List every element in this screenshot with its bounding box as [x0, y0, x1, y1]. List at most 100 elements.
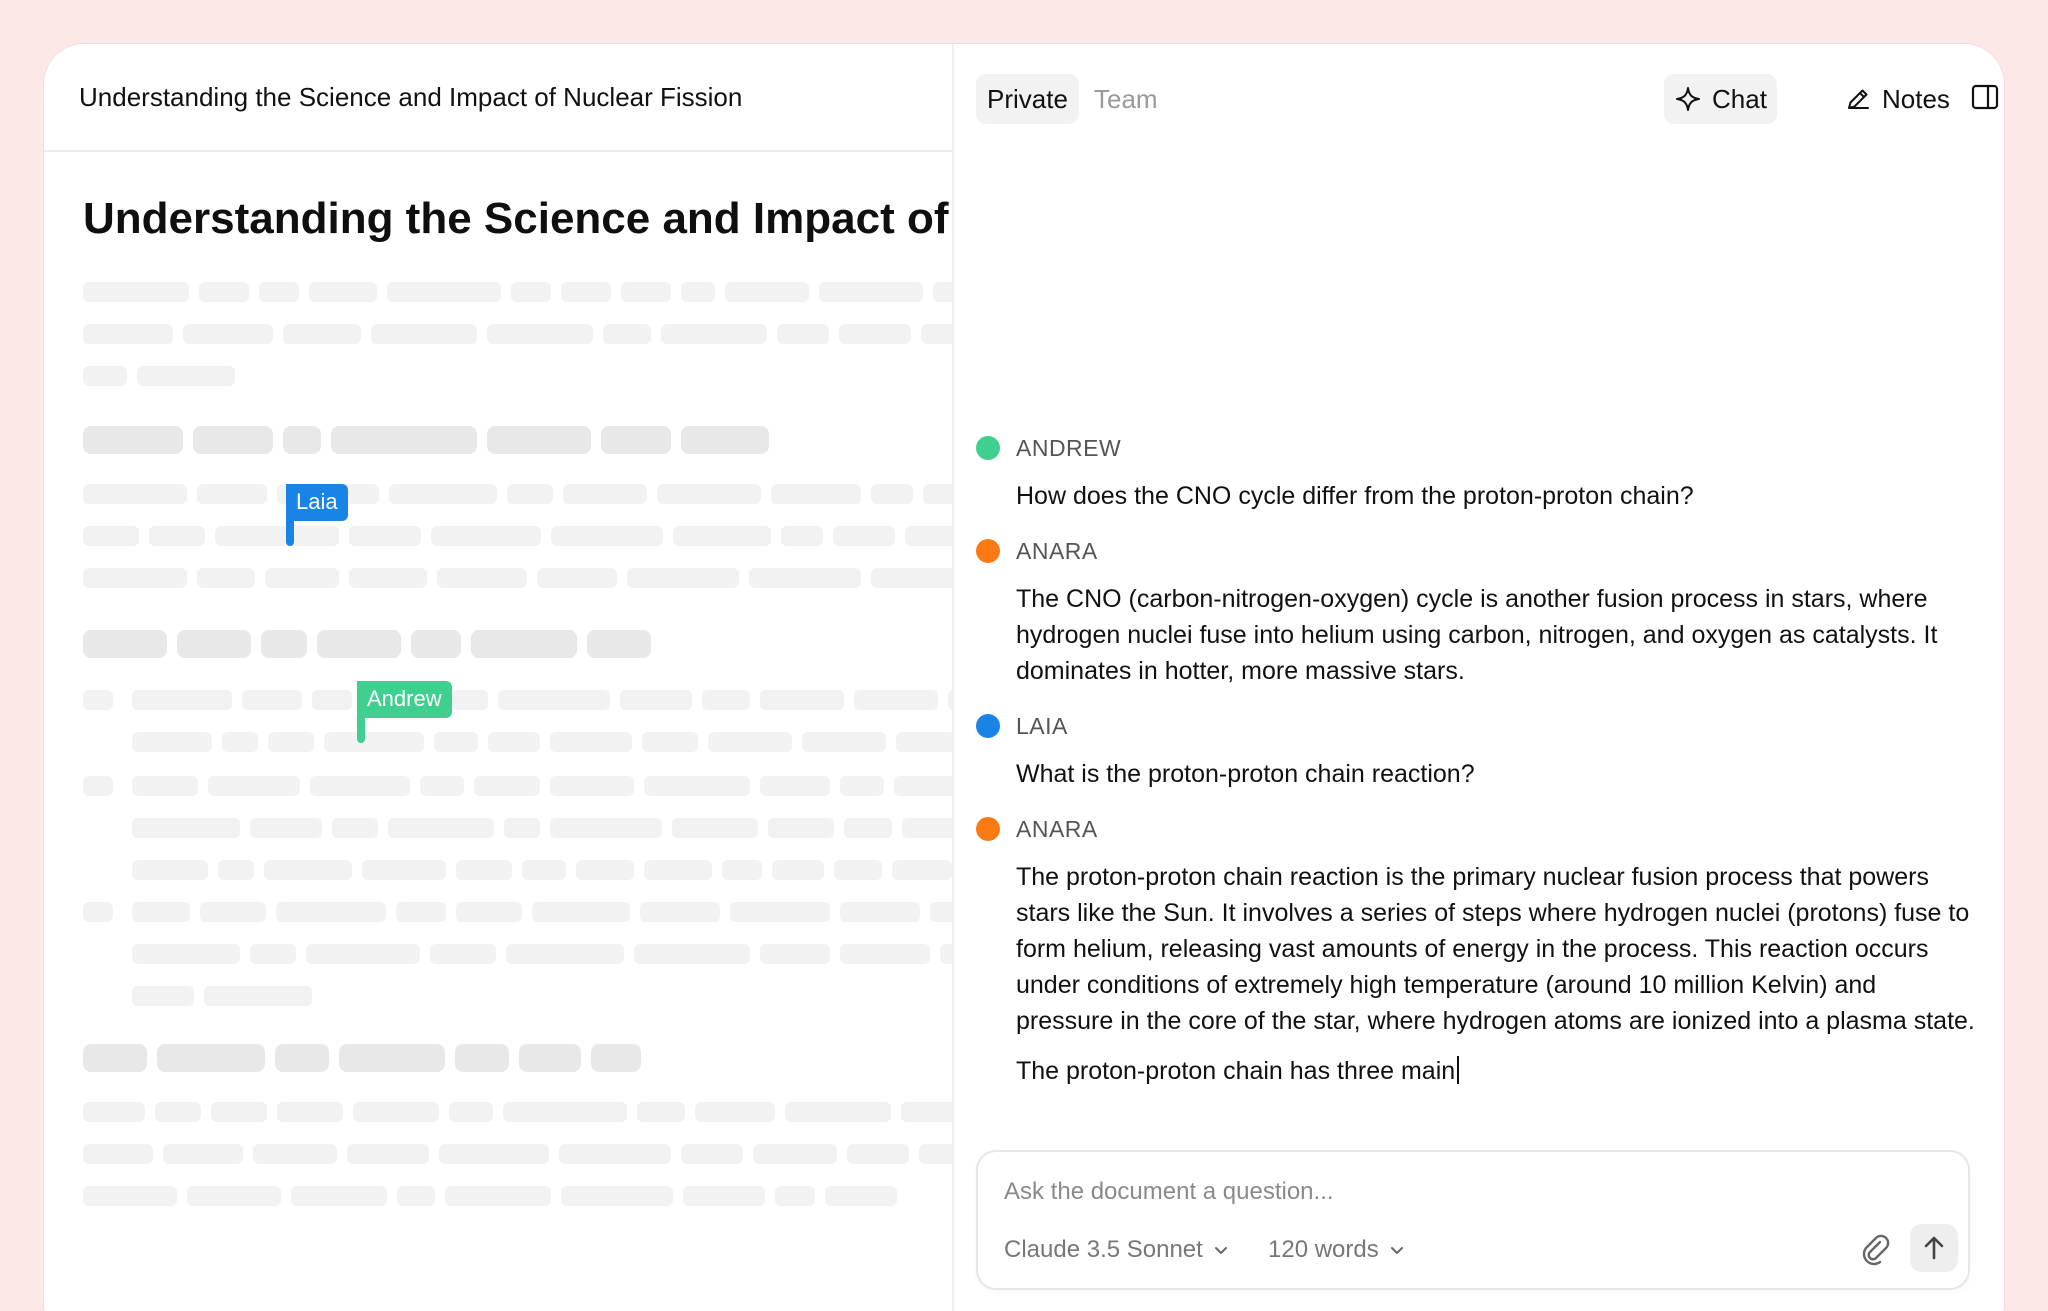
text-line-placeholder: [522, 860, 566, 880]
text-line-placeholder: [550, 818, 662, 838]
text-line-placeholder: [673, 526, 771, 546]
heading-placeholder: [83, 630, 167, 658]
tab-private[interactable]: Private: [976, 74, 1079, 124]
author-avatar-dot: [976, 436, 1000, 460]
message-text: How does the CNO cycle differ from the p…: [1016, 482, 1694, 510]
chevron-down-icon: [1214, 1247, 1227, 1254]
send-button[interactable]: [1910, 1224, 1958, 1272]
text-line-placeholder: [833, 526, 895, 546]
document-header-title: Understanding the Science and Impact of …: [79, 82, 743, 112]
text-line-placeholder: [291, 1186, 387, 1206]
chat-message: LAIA What is the proton-proton chain reac…: [976, 710, 1976, 806]
text-line-placeholder: [474, 776, 540, 796]
chat-button[interactable]: Chat: [1664, 74, 1777, 124]
text-line-placeholder: [420, 776, 464, 796]
text-line-placeholder: [753, 1144, 837, 1164]
author-name: ANARA: [1016, 815, 1098, 842]
text-line-placeholder: [132, 860, 208, 880]
text-line-placeholder: [276, 902, 386, 922]
text-line-placeholder: [563, 484, 647, 504]
text-line-placeholder: [396, 902, 446, 922]
text-line-placeholder: [642, 732, 698, 752]
paperclip-icon[interactable]: [1858, 1232, 1894, 1268]
text-line-placeholder: [264, 860, 352, 880]
text-line-placeholder: [681, 282, 715, 302]
question-input[interactable]: [1004, 1174, 1904, 1210]
text-line-placeholder: [83, 282, 189, 302]
text-line-placeholder: [211, 1102, 267, 1122]
text-line-placeholder: [83, 324, 173, 344]
text-line-placeholder: [187, 1186, 281, 1206]
text-line-placeholder: [661, 324, 767, 344]
length-select[interactable]: 120 words: [1268, 1230, 1405, 1270]
text-line-placeholder: [695, 1102, 775, 1122]
tab-team[interactable]: Team: [1083, 74, 1169, 124]
text-line-placeholder: [551, 526, 663, 546]
chat-pane: Private Team Chat Notes ANDREW How does t…: [954, 44, 2004, 1311]
text-line-placeholder: [132, 732, 212, 752]
message-paragraph: The CNO (carbon-nitrogen-oxygen) cycle i…: [1016, 581, 1976, 689]
chat-message: ANARA The proton-proton chain reaction is…: [976, 813, 1976, 1103]
text-line-placeholder: [844, 818, 892, 838]
text-line-placeholder: [253, 1144, 337, 1164]
message-paragraph: How does the CNO cycle differ from the p…: [1016, 478, 1976, 514]
message-text: The proton-proton chain reaction is the …: [1016, 863, 1975, 1035]
author-avatar-dot: [976, 539, 1000, 563]
heading-placeholder: [177, 630, 251, 658]
text-line-placeholder: [930, 902, 952, 922]
text-line-placeholder: [163, 1144, 243, 1164]
text-line-placeholder: [332, 818, 378, 838]
sidebar-panel-icon[interactable]: [1970, 82, 2000, 112]
message-author: ANDREW: [976, 432, 1976, 464]
text-line-placeholder: [768, 818, 834, 838]
text-line-placeholder: [349, 526, 421, 546]
text-line-placeholder: [456, 860, 512, 880]
text-line-placeholder: [456, 902, 522, 922]
model-select-label: Claude 3.5 Sonnet: [1004, 1236, 1203, 1263]
text-line-placeholder: [637, 1102, 685, 1122]
length-select-label: 120 words: [1268, 1236, 1379, 1263]
message-body: The CNO (carbon-nitrogen-oxygen) cycle i…: [1016, 581, 1976, 689]
text-line-placeholder: [149, 526, 205, 546]
document-pane: Understanding the Science and Impact of …: [44, 44, 952, 1311]
notes-button-label: Notes: [1882, 83, 1950, 114]
notes-button[interactable]: Notes: [1834, 74, 1960, 124]
streaming-caret: [1457, 1056, 1460, 1084]
text-line-placeholder: [387, 282, 501, 302]
text-line-placeholder: [785, 1102, 891, 1122]
text-line-placeholder: [905, 526, 952, 546]
text-line-placeholder: [507, 484, 553, 504]
text-line-placeholder: [83, 1102, 145, 1122]
text-line-placeholder: [506, 944, 624, 964]
heading-placeholder: [591, 1044, 641, 1072]
text-line-placeholder: [250, 818, 322, 838]
text-line-placeholder: [871, 568, 952, 588]
text-line-placeholder: [83, 690, 113, 710]
message-author: ANARA: [976, 535, 1976, 567]
arrow-up-icon: [1924, 1236, 1944, 1260]
text-line-placeholder: [197, 568, 255, 588]
chat-button-label: Chat: [1712, 83, 1767, 114]
text-line-placeholder: [132, 902, 190, 922]
heading-placeholder: [471, 630, 577, 658]
chat-message: ANDREW How does the CNO cycle differ from…: [976, 432, 1976, 528]
text-line-placeholder: [620, 690, 692, 710]
text-line-placeholder: [730, 902, 830, 922]
text-line-placeholder: [683, 1186, 765, 1206]
text-line-placeholder: [371, 324, 477, 344]
text-line-placeholder: [550, 732, 632, 752]
text-line-placeholder: [504, 818, 540, 838]
model-select[interactable]: Claude 3.5 Sonnet: [1004, 1230, 1229, 1270]
text-line-placeholder: [681, 1144, 743, 1164]
text-line-placeholder: [775, 1186, 815, 1206]
document-header: Understanding the Science and Impact of …: [44, 44, 952, 152]
heading-placeholder: [283, 426, 321, 454]
text-line-placeholder: [834, 860, 882, 880]
text-line-placeholder: [511, 282, 551, 302]
text-line-placeholder: [940, 944, 952, 964]
chat-message: ANARA The CNO (carbon-nitrogen-oxygen) cy…: [976, 535, 1976, 703]
heading-placeholder: [317, 630, 401, 658]
heading-placeholder: [455, 1044, 509, 1072]
text-line-placeholder: [825, 1186, 897, 1206]
text-line-placeholder: [488, 732, 540, 752]
